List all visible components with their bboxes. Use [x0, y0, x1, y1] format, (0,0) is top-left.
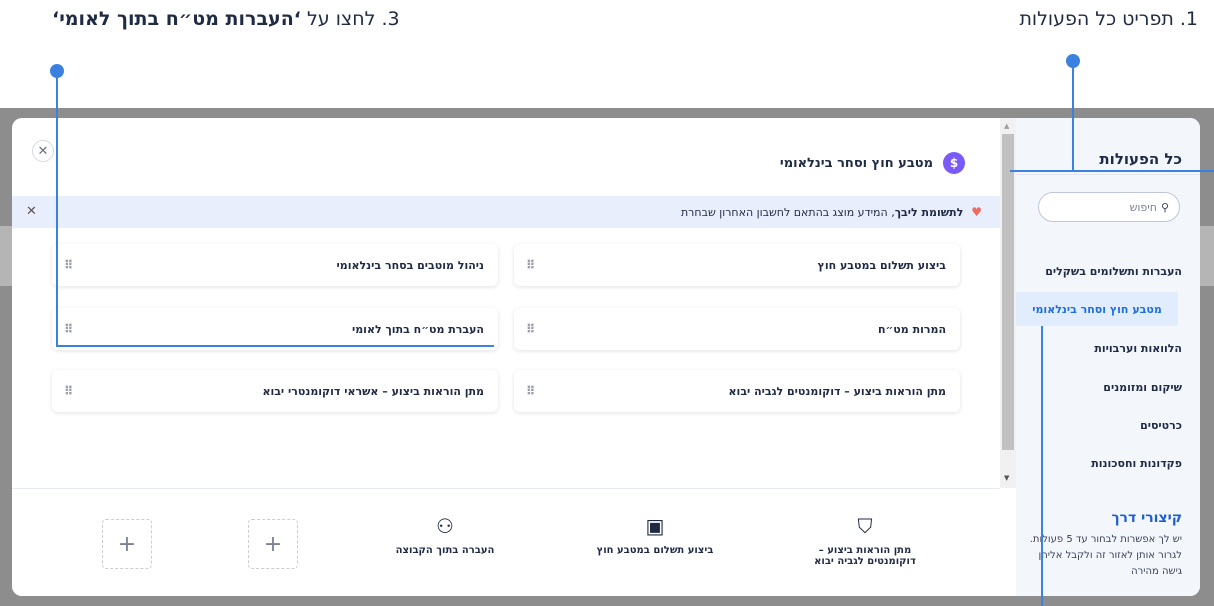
scroll-down-arrow-icon[interactable]: ▼: [1004, 474, 1009, 482]
callout-line: [1010, 170, 1214, 172]
shortcut-label: העברה בתוך הקבוצה: [395, 545, 495, 556]
category-header: $ מטבע חוץ וסחר בינלאומי: [780, 152, 965, 174]
shortcut-item[interactable]: ⚇ העברה בתוך הקבוצה: [378, 513, 512, 581]
scroll-up-arrow-icon[interactable]: ▲: [1004, 122, 1009, 130]
action-card-label: ניהול מוטבים בסחר בינלאומי: [336, 258, 484, 272]
drag-handle-icon[interactable]: ⠿: [526, 258, 535, 272]
drag-handle-icon[interactable]: ⠿: [64, 384, 73, 398]
action-card-label: מתן הוראות ביצוע – דוקומנטים לגביה יבוא: [728, 384, 946, 398]
action-card[interactable]: המרות מט״ח ⠿: [514, 308, 960, 350]
sidebar-item-shekel-transfers[interactable]: העברות ותשלומים בשקלים: [1016, 254, 1200, 288]
scroll-thumb[interactable]: [1002, 134, 1014, 450]
shortcuts-description: יש לך אפשרות לבחור עד 5 פעולות. לגרור או…: [1029, 534, 1182, 577]
drag-handle-icon[interactable]: ⠿: [64, 258, 73, 272]
add-shortcut-button[interactable]: +: [102, 519, 152, 569]
notice-banner: ♥ לתשומת ליבך, המידע מוצג בהתאם לחשבון ה…: [12, 196, 1000, 228]
add-shortcut-button[interactable]: +: [248, 519, 298, 569]
callout-line: [56, 71, 58, 347]
tutorial-step3-label: 3. לחצו על ‘העברות מט״ח בתוך לאומי‘: [52, 8, 400, 30]
notice-text: , המידע מוצג בהתאם לחשבון האחרון שבחרת: [680, 205, 895, 219]
search-icon: ⚲: [1160, 200, 1169, 214]
drag-handle-icon[interactable]: ⠿: [64, 322, 73, 336]
action-card-label: העברת מט״ח בתוך לאומי: [351, 322, 484, 336]
shortcut-label: מתן הוראות ביצוע – דוקומנטים לגביה יבוא: [814, 545, 916, 567]
search-input[interactable]: ⚲ חיפוש: [1038, 192, 1180, 222]
action-card[interactable]: מתן הוראות ביצוע – אשראי דוקומנטרי יבוא …: [52, 370, 498, 412]
shortcuts-title: קיצורי דרך: [1111, 510, 1182, 526]
callout-line: [56, 345, 494, 347]
shield-document-icon: ⛉: [857, 514, 873, 538]
actions-sidebar: כל הפעולות ⚲ חיפוש העברות ותשלומים בשקלי…: [1016, 118, 1200, 488]
heart-icon: ♥: [971, 205, 982, 219]
callout-line: [1041, 326, 1043, 606]
drag-handle-icon[interactable]: ⠿: [526, 322, 535, 336]
action-card-label: המרות מט״ח: [877, 322, 946, 336]
action-card[interactable]: העברת מט״ח בתוך לאומי ⠿: [52, 308, 498, 350]
search-placeholder: חיפוש: [1129, 200, 1157, 214]
action-card[interactable]: ביצוע תשלום במטבע חוץ ⠿: [514, 244, 960, 286]
wallet-currency-icon: ▣: [645, 514, 665, 538]
drag-handle-icon[interactable]: ⠿: [526, 384, 535, 398]
shortcuts-info: קיצורי דרך יש לך אפשרות לבחור עד 5 פעולו…: [1016, 488, 1200, 596]
sidebar-item-deposits[interactable]: פקדונות וחסכונות: [1016, 446, 1200, 480]
sidebar-item-cards[interactable]: כרטיסים: [1016, 408, 1200, 442]
category-content: ✕ $ מטבע חוץ וסחר בינלאומי ♥ לתשומת ליבך…: [12, 118, 1000, 488]
sidebar-item-checks-cash[interactable]: שיקום ומזומנים: [1016, 370, 1200, 404]
action-card[interactable]: ניהול מוטבים בסחר בינלאומי ⠿: [52, 244, 498, 286]
shortcut-item[interactable]: ⛉ מתן הוראות ביצוע – דוקומנטים לגביה יבו…: [798, 513, 932, 581]
category-title: מטבע חוץ וסחר בינלאומי: [779, 155, 933, 171]
all-actions-modal: ✕ $ מטבע חוץ וסחר בינלאומי ♥ לתשומת ליבך…: [12, 118, 1200, 596]
sidebar-item-foreign-currency[interactable]: מטבע חוץ וסחר בינלאומי: [1016, 292, 1178, 326]
sidebar-item-loans[interactable]: הלוואות וערבויות: [1016, 331, 1200, 365]
notice-bold: לתשומת ליבך: [894, 205, 964, 219]
shortcut-label: ביצוע תשלום במטבע חוץ: [596, 545, 714, 556]
notice-close-icon[interactable]: ✕: [26, 204, 37, 219]
group-transfer-icon: ⚇: [436, 514, 454, 538]
scrollbar[interactable]: ▲ ▼: [1000, 118, 1016, 488]
sidebar-divider: [1016, 174, 1200, 175]
shortcuts-area: ⛉ מתן הוראות ביצוע – דוקומנטים לגביה יבו…: [12, 488, 1000, 596]
callout-line: [1072, 61, 1074, 171]
dollar-icon: $: [943, 152, 965, 174]
sidebar-title: כל הפעולות: [1099, 150, 1182, 168]
close-modal-button[interactable]: ✕: [32, 140, 54, 162]
action-card[interactable]: מתן הוראות ביצוע – דוקומנטים לגביה יבוא …: [514, 370, 960, 412]
shortcut-item[interactable]: ▣ ביצוע תשלום במטבע חוץ: [588, 513, 722, 581]
action-card-label: מתן הוראות ביצוע – אשראי דוקומנטרי יבוא: [262, 384, 484, 398]
tutorial-step1-label: 1. תפריט כל הפעולות: [1019, 8, 1198, 30]
action-card-label: ביצוע תשלום במטבע חוץ: [817, 258, 946, 272]
